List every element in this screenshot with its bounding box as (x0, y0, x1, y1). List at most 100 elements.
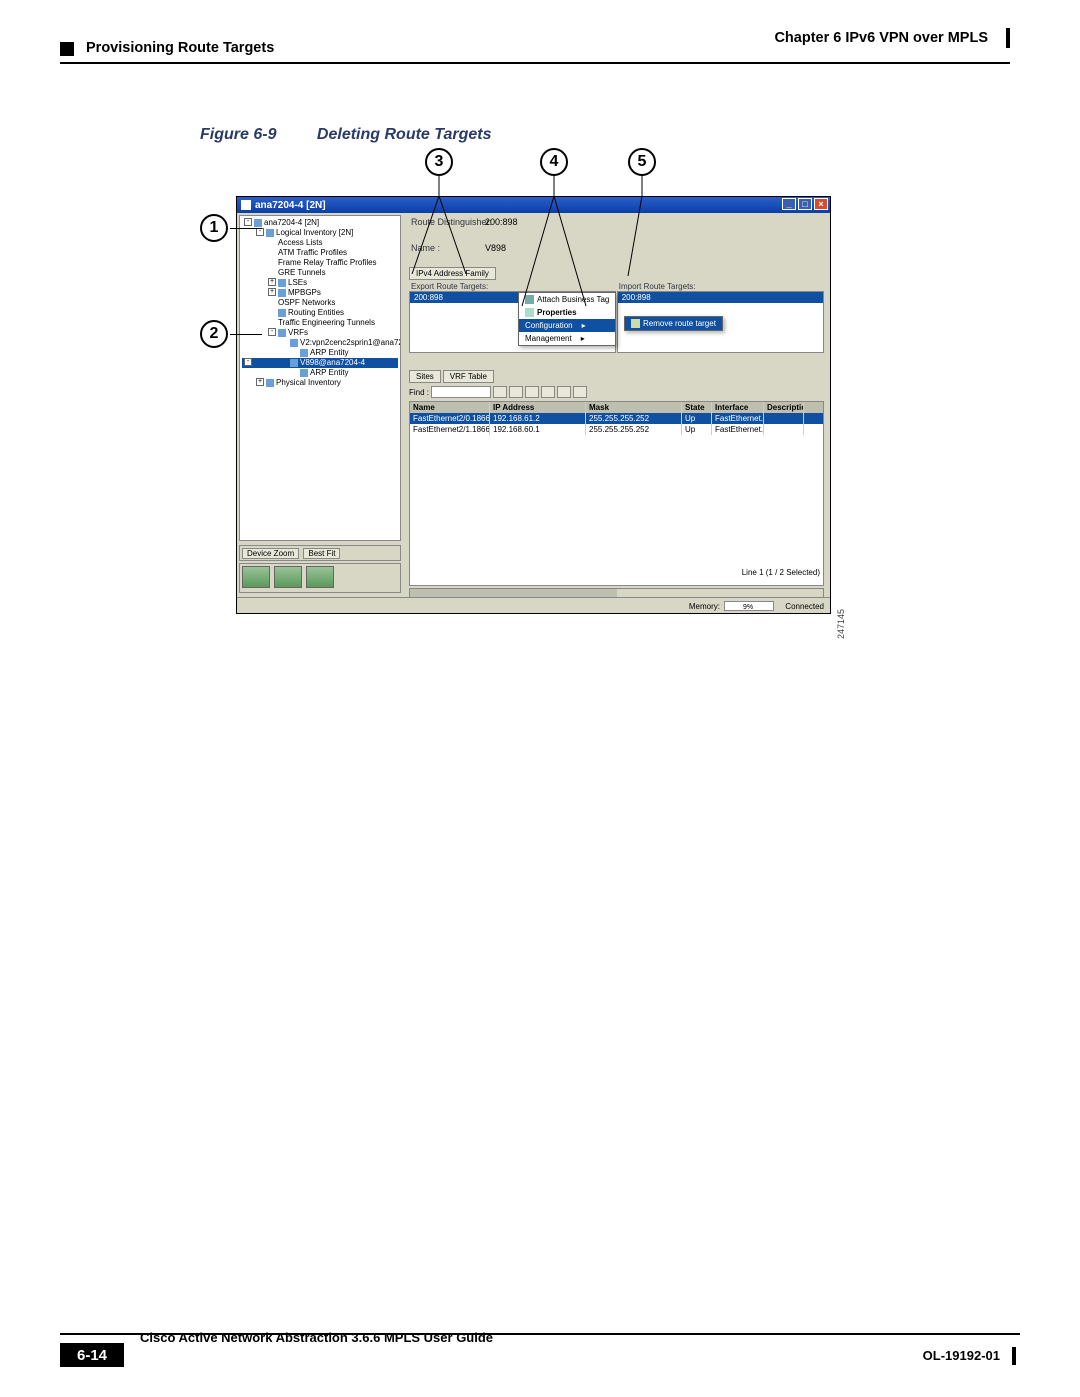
tag-icon (525, 295, 534, 304)
header-section: Provisioning Route Targets (86, 40, 274, 56)
toolbar-icon[interactable] (573, 386, 587, 398)
toolbar-icon[interactable] (493, 386, 507, 398)
export-label: Export Route Targets: (409, 282, 616, 291)
footer-right-bar (1012, 1347, 1016, 1365)
grid-row[interactable]: FastEthernet2/0.1866 192.168.61.2 255.25… (410, 413, 823, 424)
find-input[interactable] (431, 386, 491, 398)
remove-icon (631, 319, 640, 328)
tree-vrf-selected[interactable]: -V898@ana7204-4 (242, 358, 398, 368)
col-name[interactable]: Name (410, 402, 490, 413)
route-targets-area: Export Route Targets: 200:898 Attach Bus… (405, 282, 828, 362)
tree-item[interactable]: Access Lists (242, 238, 398, 248)
device-thumbnail[interactable] (242, 566, 270, 588)
header-rule (60, 62, 1010, 64)
import-target-row[interactable]: 200:898 (618, 292, 823, 303)
tree-root[interactable]: -ana7204-4 [2N] (242, 218, 398, 228)
name-value: V898 (485, 243, 506, 253)
status-bar: Memory: 9% Connected (237, 597, 830, 613)
window-buttons: _ □ × (782, 198, 828, 210)
col-interface[interactable]: Interface (712, 402, 764, 413)
callout-1: 1 (200, 214, 228, 242)
tree-vrfs[interactable]: -VRFs (242, 328, 398, 338)
import-label: Import Route Targets: (617, 282, 824, 291)
tree-item[interactable]: +MPBGPs (242, 288, 398, 298)
tree-arp[interactable]: ARP Entity (242, 368, 398, 378)
toolbar-icon[interactable] (525, 386, 539, 398)
device-zoom-button[interactable]: Device Zoom (242, 548, 299, 559)
grid-row[interactable]: FastEthernet2/1.1866 192.168.60.1 255.25… (410, 424, 823, 435)
col-state[interactable]: State (682, 402, 712, 413)
window-body: -ana7204-4 [2N] -Logical Inventory [2N] … (237, 213, 830, 595)
find-row: Find : (409, 385, 824, 399)
menu-attach-tag[interactable]: Attach Business Tag (519, 293, 615, 306)
properties-icon (525, 308, 534, 317)
maximize-button[interactable]: □ (798, 198, 812, 210)
tree-item[interactable]: Frame Relay Traffic Profiles (242, 258, 398, 268)
close-button[interactable]: × (814, 198, 828, 210)
figure-caption: Figure 6-9 Deleting Route Targets (200, 126, 491, 144)
col-description[interactable]: Descriptio (764, 402, 804, 413)
page-header: Provisioning Route Targets Chapter 6 IPv… (60, 38, 1020, 68)
rd-label: Route Distinguisher: (411, 217, 492, 227)
tree-logical[interactable]: -Logical Inventory [2N] (242, 228, 398, 238)
tree-item[interactable]: +LSEs (242, 278, 398, 288)
tree-pane[interactable]: -ana7204-4 [2N] -Logical Inventory [2N] … (239, 215, 401, 541)
device-thumbnail[interactable] (274, 566, 302, 588)
title-bar[interactable]: ana7204-4 [2N] _ □ × (237, 197, 830, 213)
locator-bar: Device Zoom Best Fit (239, 545, 401, 561)
context-submenu[interactable]: Remove route target (624, 316, 723, 331)
header-right-bar (1006, 28, 1010, 48)
device-thumbnail[interactable] (306, 566, 334, 588)
selection-status: Line 1 (1 / 2 Selected) (742, 568, 820, 577)
vrf-table-tab[interactable]: VRF Table (443, 370, 494, 383)
col-ip[interactable]: IP Address (490, 402, 586, 413)
find-label: Find : (409, 388, 429, 397)
figure-title: Deleting Route Targets (317, 126, 492, 143)
callout-4: 4 (540, 148, 568, 176)
sites-grid[interactable]: Name IP Address Mask State Interface Des… (409, 401, 824, 586)
toolbar-icon[interactable] (557, 386, 571, 398)
toolbar-icon[interactable] (509, 386, 523, 398)
toolbar-icon[interactable] (541, 386, 555, 398)
details-pane: Route Distinguisher: 200:898 Name : V898… (405, 215, 828, 593)
app-window: ana7204-4 [2N] _ □ × -ana7204-4 [2N] -Lo… (236, 196, 831, 614)
route-distinguisher-row: Route Distinguisher: 200:898 (405, 215, 828, 229)
thumbnail-row[interactable] (239, 563, 401, 593)
connected-label: Connected (785, 602, 824, 611)
tree-item[interactable]: GRE Tunnels (242, 268, 398, 278)
header-chapter: Chapter 6 IPv6 VPN over MPLS (774, 30, 988, 46)
menu-remove-route-target[interactable]: Remove route target (625, 317, 722, 330)
callout-2: 2 (200, 320, 228, 348)
export-targets: Export Route Targets: 200:898 Attach Bus… (409, 282, 616, 353)
ipv4-family-tab[interactable]: IPv4 Address Family (409, 267, 496, 280)
tree-item[interactable]: Traffic Engineering Tunnels (242, 318, 398, 328)
export-targets-list[interactable]: 200:898 Attach Business Tag Properties C… (409, 291, 616, 353)
tree-item[interactable]: Routing Entities (242, 308, 398, 318)
sites-tabs: Sites VRF Table (409, 370, 824, 383)
context-menu-main[interactable]: Attach Business Tag Properties Configura… (518, 292, 616, 346)
tree-item[interactable]: OSPF Networks (242, 298, 398, 308)
name-row: Name : V898 (405, 241, 828, 255)
menu-properties[interactable]: Properties (519, 306, 615, 319)
tree-vrf-item[interactable]: V2:vpn2cenc2sprin1@ana7204-4 (242, 338, 398, 348)
best-fit-button[interactable]: Best Fit (303, 548, 340, 559)
sites-tab[interactable]: Sites (409, 370, 441, 383)
header-square (60, 42, 74, 56)
tree-physical[interactable]: +Physical Inventory (242, 378, 398, 388)
grid-header[interactable]: Name IP Address Mask State Interface Des… (410, 402, 823, 413)
app-icon (241, 200, 251, 210)
memory-label: Memory: (689, 602, 720, 611)
name-label: Name : (411, 243, 440, 253)
rd-value: 200:898 (485, 217, 518, 227)
callout-5: 5 (628, 148, 656, 176)
minimize-button[interactable]: _ (782, 198, 796, 210)
figure-id-number: 247145 (836, 609, 846, 639)
tree-arp[interactable]: ARP Entity (242, 348, 398, 358)
page-footer: Cisco Active Network Abstraction 3.6.6 M… (60, 1333, 1020, 1367)
page-number: 6-14 (60, 1343, 124, 1367)
menu-configuration[interactable]: Configuration (519, 319, 615, 332)
menu-management[interactable]: Management (519, 332, 615, 345)
col-mask[interactable]: Mask (586, 402, 682, 413)
tree-item[interactable]: ATM Traffic Profiles (242, 248, 398, 258)
memory-bar: 9% (724, 601, 774, 611)
